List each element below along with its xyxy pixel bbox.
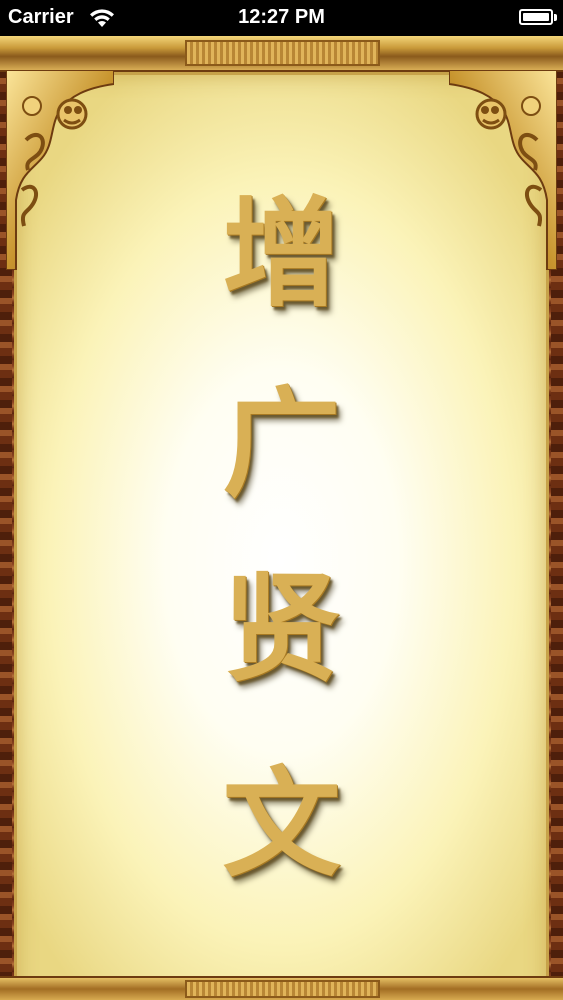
title-char-3: 贤 bbox=[222, 559, 341, 698]
title-char-4: 文 bbox=[222, 754, 341, 893]
app-screen: Carrier 12:27 PM 增 广 贤 文 bbox=[0, 0, 563, 1000]
title-char-1: 增 bbox=[222, 184, 341, 323]
app-title: 增 广 贤 文 bbox=[0, 0, 563, 1000]
title-char-2: 广 bbox=[222, 374, 341, 513]
